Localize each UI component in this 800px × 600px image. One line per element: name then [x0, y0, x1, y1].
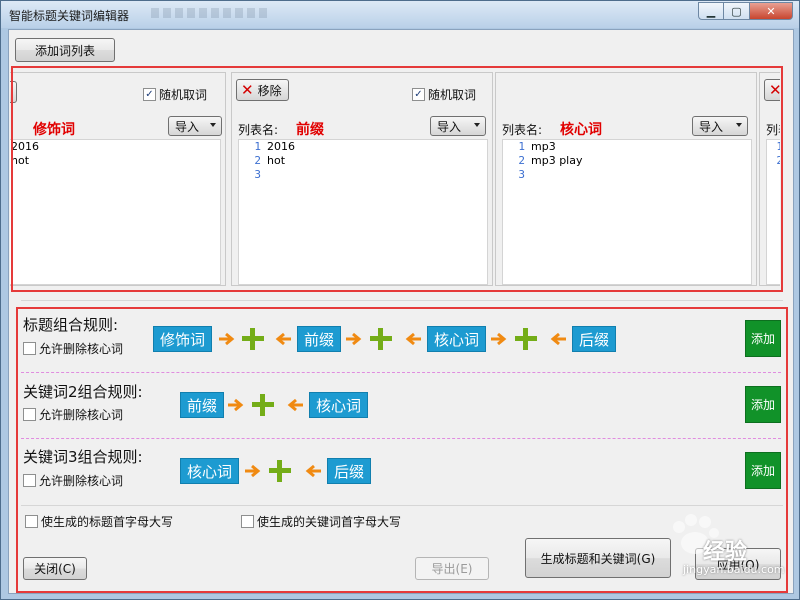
app-window: 智能标题关键词编辑器 ▁ ▢ ✕ 添加词列表 ✓ 随机取词 修饰词 导入 201…	[0, 0, 800, 600]
title-ghost-text	[151, 8, 271, 18]
maximize-button[interactable]: ▢	[724, 2, 750, 20]
keyword-caps-checkbox[interactable]: 使生成的关键词首字母大写	[241, 513, 401, 530]
checkbox-icon	[241, 515, 254, 528]
highlight-frame-lists	[11, 66, 783, 292]
watermark-brand: 经验	[703, 540, 748, 565]
close-window-button[interactable]: ✕	[750, 2, 793, 20]
window-controls: ▁ ▢ ✕	[698, 2, 793, 20]
divider	[21, 505, 783, 506]
keyword-caps-label: 使生成的关键词首字母大写	[257, 515, 402, 529]
client-area: 添加词列表 ✓ 随机取词 修饰词 导入 2016 hot ✕ 移除 ✓ 随机取词…	[8, 29, 794, 594]
checkbox-icon	[25, 515, 38, 528]
close-button[interactable]: 关闭(C)	[23, 557, 87, 580]
watermark-url: jingyan.baidu.com	[683, 563, 785, 576]
generate-button[interactable]: 生成标题和关键词(G)	[525, 538, 671, 578]
add-list-button[interactable]: 添加词列表	[15, 38, 115, 62]
title-bar: 智能标题关键词编辑器 ▁ ▢ ✕	[1, 1, 799, 28]
export-button[interactable]: 导出(E)	[415, 557, 489, 580]
window-title: 智能标题关键词编辑器	[9, 9, 130, 23]
minimize-button[interactable]: ▁	[698, 2, 724, 20]
title-caps-label: 使生成的标题首字母大写	[41, 515, 174, 529]
divider	[21, 300, 783, 301]
title-caps-checkbox[interactable]: 使生成的标题首字母大写	[25, 513, 173, 530]
